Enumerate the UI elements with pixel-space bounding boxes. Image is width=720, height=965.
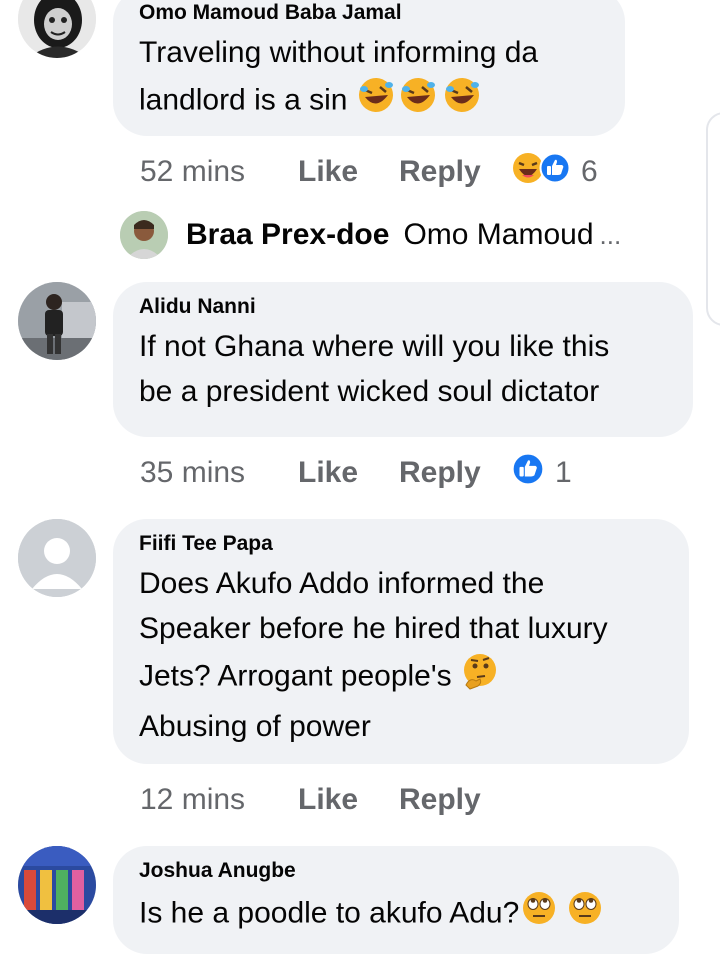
avatar[interactable] bbox=[18, 846, 96, 924]
comment-bubble: Omo Mamoud Baba Jamal Traveling without … bbox=[113, 0, 625, 136]
comment-author[interactable]: Fiifi Tee Papa bbox=[139, 531, 663, 557]
comment-actions: 52 mins Like Reply 6 bbox=[140, 152, 598, 192]
like-reaction-icon bbox=[511, 452, 545, 494]
comment-line: Abusing of power bbox=[139, 710, 371, 743]
like-button[interactable]: Like bbox=[298, 783, 399, 817]
comment-line: If not Ghana where will you like this bbox=[139, 330, 610, 363]
comment-line: Is he a poodle to akufo Adu? bbox=[139, 896, 520, 930]
comment-bubble: Fiifi Tee Papa Does Akufo Addo informed … bbox=[113, 519, 689, 764]
like-reaction-icon bbox=[539, 152, 571, 192]
comment-text-line: Is he a poodle to akufo Adu? bbox=[139, 888, 653, 941]
avatar[interactable] bbox=[18, 0, 96, 58]
reaction-summary[interactable]: 1 bbox=[511, 452, 572, 494]
avatar[interactable] bbox=[18, 282, 96, 360]
avatar bbox=[120, 211, 168, 259]
adjacent-card-edge bbox=[706, 112, 720, 326]
comment-line: be a president wicked soul dictator bbox=[139, 375, 600, 408]
like-button[interactable]: Like bbox=[298, 155, 399, 189]
comment-line: Does Akufo Addo informed the bbox=[139, 567, 545, 600]
comment-line: landlord is a sin bbox=[139, 83, 348, 117]
comment-line: Jets? Arrogant people's bbox=[139, 659, 452, 693]
comment-time[interactable]: 35 mins bbox=[140, 456, 298, 490]
like-button[interactable]: Like bbox=[298, 456, 399, 490]
comment-author[interactable]: Omo Mamoud Baba Jamal bbox=[139, 0, 599, 26]
comment-line: Traveling without informing da bbox=[139, 36, 539, 69]
comment-actions: 12 mins Like Reply bbox=[140, 780, 511, 820]
reply-snippet: Omo Mamoud bbox=[403, 218, 594, 251]
comment-text-line: landlord is a sin bbox=[139, 75, 599, 128]
comment-author[interactable]: Joshua Anugbe bbox=[139, 858, 653, 884]
eye-roll-emoji-icon bbox=[519, 888, 559, 941]
eye-roll-emoji-icon bbox=[565, 888, 605, 941]
reaction-summary[interactable]: 6 bbox=[511, 151, 598, 193]
thinking-emoji-icon bbox=[460, 651, 500, 704]
comment-line: Speaker before he hired that luxury bbox=[139, 612, 608, 645]
reaction-count: 1 bbox=[555, 456, 572, 489]
comment-text-line: Jets? Arrogant people's bbox=[139, 651, 663, 704]
comment-time[interactable]: 52 mins bbox=[140, 155, 298, 189]
reply-button[interactable]: Reply bbox=[399, 155, 511, 189]
comment-bubble: Joshua Anugbe Is he a poodle to akufo Ad… bbox=[113, 846, 679, 954]
reaction-count: 6 bbox=[581, 155, 598, 188]
comment-time[interactable]: 12 mins bbox=[140, 783, 298, 817]
reply-preview[interactable]: Braa Prex-doe Omo Mamoud ... bbox=[120, 208, 621, 262]
laughing-emoji-icon bbox=[356, 75, 396, 128]
comment-author[interactable]: Alidu Nanni bbox=[139, 294, 667, 320]
reply-button[interactable]: Reply bbox=[399, 456, 511, 490]
laughing-emoji-icon bbox=[396, 75, 440, 128]
laughing-emoji-icon bbox=[440, 75, 484, 128]
comment-bubble: Alidu Nanni If not Ghana where will you … bbox=[113, 282, 693, 437]
reply-button[interactable]: Reply bbox=[399, 783, 511, 817]
reply-ellipsis: ... bbox=[599, 219, 622, 250]
comment-actions: 35 mins Like Reply 1 bbox=[140, 452, 572, 494]
reply-author: Braa Prex-doe bbox=[186, 218, 390, 251]
default-avatar-icon[interactable] bbox=[18, 519, 96, 597]
